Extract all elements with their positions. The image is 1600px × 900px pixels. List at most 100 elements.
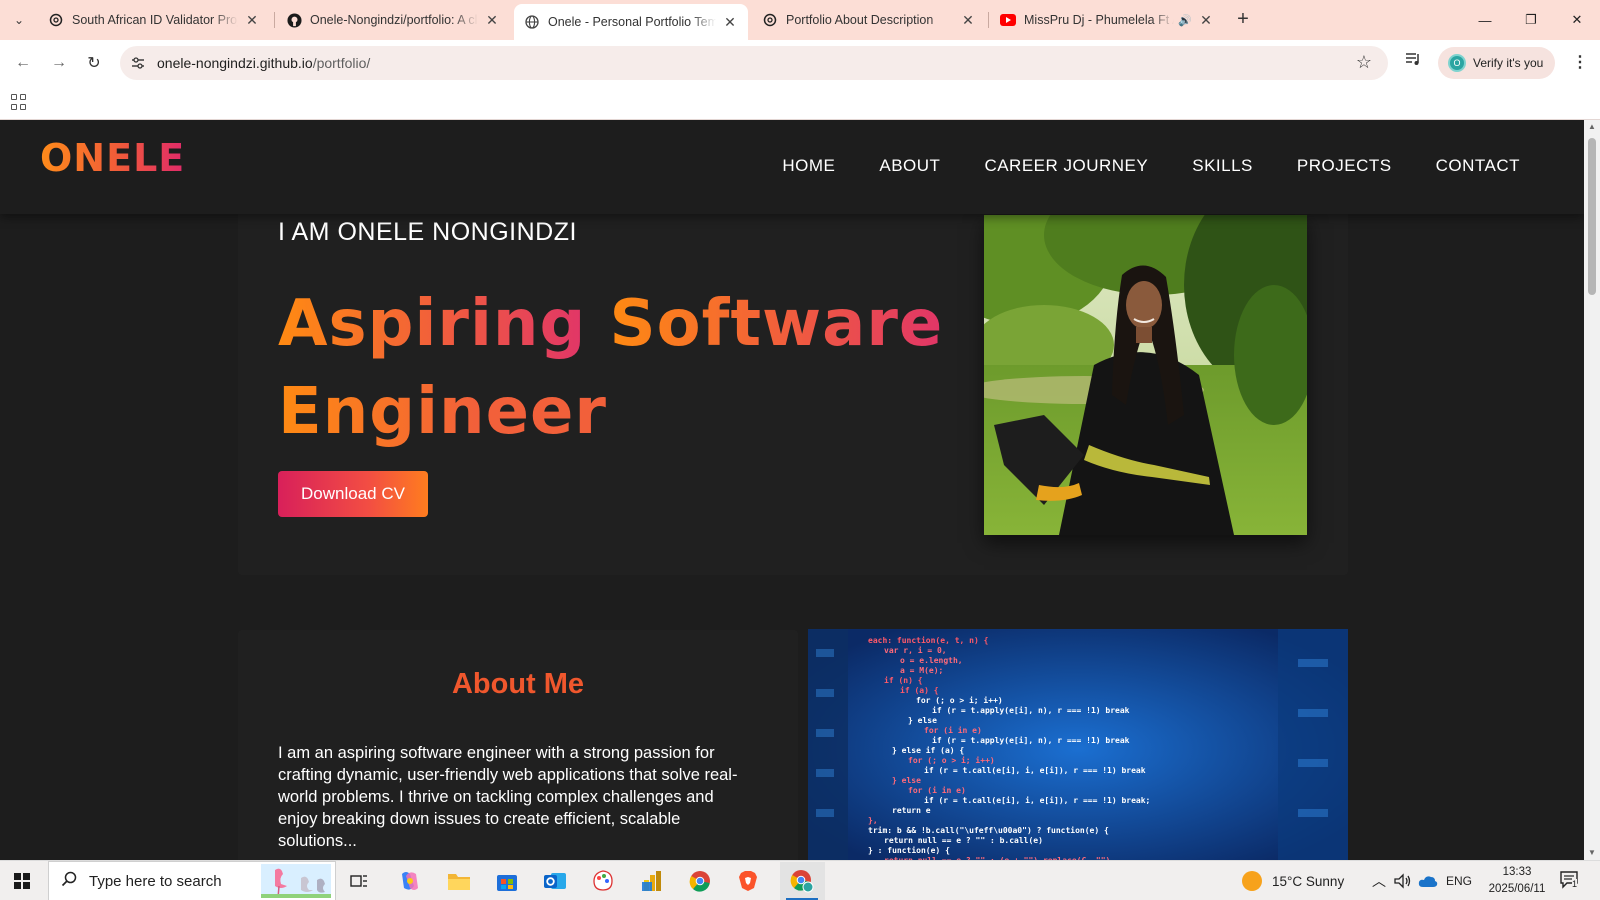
about-description: I am an aspiring software engineer with … <box>278 744 738 850</box>
svg-text:if (r = t.apply(e[i], n), r ==: if (r = t.apply(e[i], n), r === !1) brea… <box>932 705 1130 715</box>
tab-close-icon[interactable]: ✕ <box>960 12 976 29</box>
flamingo-search-highlight-icon <box>261 864 331 900</box>
page-viewport: ONELE HOME ABOUT CAREER JOURNEY SKILLS P… <box>0 120 1584 860</box>
windows-start-icon[interactable] <box>14 873 30 889</box>
nav-link-skills[interactable]: SKILLS <box>1192 156 1253 176</box>
hero-title-word: Software <box>609 287 944 361</box>
show-hidden-icons-chevron-icon[interactable]: ︿ <box>1372 861 1386 900</box>
clock-time: 13:33 <box>1502 866 1532 878</box>
nav-link-about[interactable]: ABOUT <box>879 156 940 176</box>
svg-text:} : function(e) {: } : function(e) { <box>868 845 950 855</box>
power-bi-icon[interactable] <box>638 867 666 895</box>
file-explorer-icon[interactable] <box>445 867 473 895</box>
address-bar[interactable]: onele-nongindzi.github.io/portfolio/ ☆ <box>120 46 1388 80</box>
copilot-icon[interactable] <box>396 867 424 895</box>
tab-youtube-music[interactable]: MissPru Dj - Phumelela Ft A 🔊 ✕ <box>990 0 1224 40</box>
hero-title-word: Engineer <box>278 375 607 449</box>
tab-id-validator[interactable]: South African ID Validator Proje ✕ <box>38 0 270 40</box>
media-control-icon[interactable] <box>1405 52 1421 70</box>
youtube-icon <box>1000 12 1016 28</box>
speaker-icon[interactable]: 🔊 <box>1178 14 1192 27</box>
svg-text:trim: b && !b.call("\ufeff\u00: trim: b && !b.call("\ufeff\u00a0") ? fun… <box>868 825 1109 835</box>
svg-text:if (r = t.call(e[i], i, e[i]),: if (r = t.call(e[i], i, e[i]), r === !1)… <box>924 795 1150 805</box>
scroll-down-arrow-icon[interactable]: ▼ <box>1584 846 1600 860</box>
profile-verify-button[interactable]: O Verify it's you <box>1438 47 1555 79</box>
svg-text:for (i in e): for (i in e) <box>908 785 966 795</box>
nav-link-projects[interactable]: PROJECTS <box>1297 156 1392 176</box>
tab-title: South African ID Validator Proje <box>72 13 238 27</box>
tab-close-icon[interactable]: ✕ <box>244 12 260 29</box>
hero-intro: I AM ONELE NONGINDZI <box>278 218 577 246</box>
new-tab-plus-icon[interactable]: + <box>1232 9 1254 31</box>
nav-link-contact[interactable]: CONTACT <box>1436 156 1520 176</box>
microsoft-store-icon[interactable] <box>493 867 521 895</box>
site-info-tune-icon[interactable] <box>128 53 148 73</box>
task-view-icon[interactable] <box>345 867 373 895</box>
site-logo[interactable]: ONELE <box>40 136 185 180</box>
clock-date: 2025/06/11 <box>1488 883 1546 895</box>
apps-grid-icon[interactable] <box>11 94 27 110</box>
scrollbar-thumb[interactable] <box>1588 138 1596 295</box>
tab-github-portfolio[interactable]: Onele-Nongindzi/portfolio: A cl ✕ <box>276 0 510 40</box>
notification-center-icon[interactable]: 1 <box>1560 871 1582 891</box>
window-close-icon[interactable]: ✕ <box>1554 0 1600 40</box>
tab-search-chevron-icon[interactable]: ⌄ <box>8 9 30 31</box>
taskbar-search-box[interactable]: Type here to search <box>48 861 336 900</box>
svg-text:if (n) {: if (n) { <box>884 675 923 685</box>
page-scrollbar[interactable]: ▲ ▼ <box>1584 120 1600 860</box>
tab-separator <box>274 12 275 28</box>
github-icon <box>286 12 302 28</box>
tab-close-icon[interactable]: ✕ <box>1198 12 1214 29</box>
search-placeholder: Type here to search <box>89 872 222 890</box>
back-arrow-icon[interactable]: ← <box>12 52 34 74</box>
brave-browser-icon[interactable] <box>734 867 762 895</box>
nav-link-career-journey[interactable]: CAREER JOURNEY <box>984 156 1148 176</box>
outlook-icon[interactable] <box>541 867 569 895</box>
bookmark-star-icon[interactable]: ☆ <box>1356 52 1372 73</box>
notification-badge: 1 <box>1572 879 1578 889</box>
svg-text:for (; o > i; i++): for (; o > i; i++) <box>916 695 1003 705</box>
tab-close-icon[interactable]: ✕ <box>722 14 738 31</box>
tab-portfolio-about[interactable]: Portfolio About Description ✕ <box>752 0 986 40</box>
svg-text:o = e.length,: o = e.length, <box>900 656 963 665</box>
browser-menu-icon[interactable]: ⋮ <box>1572 52 1588 72</box>
weather-widget[interactable]: 15°C Sunny <box>1242 861 1344 900</box>
browser-tab-bar: ⌄ South African ID Validator Proje ✕ One… <box>0 0 1600 40</box>
svg-text:for (; o > i; i++): for (; o > i; i++) <box>908 755 995 765</box>
svg-text:for (i in e): for (i in e) <box>924 725 982 735</box>
svg-text:if (a) {: if (a) { <box>900 685 939 695</box>
paint-icon[interactable] <box>589 867 617 895</box>
nav-link-home[interactable]: HOME <box>782 156 835 176</box>
reload-icon[interactable]: ↻ <box>83 52 105 74</box>
onedrive-cloud-icon[interactable] <box>1418 861 1438 900</box>
tab-close-icon[interactable]: ✕ <box>484 12 500 29</box>
download-cv-button[interactable]: Download CV <box>278 471 428 517</box>
svg-text:if (r = t.apply(e[i], n), r ==: if (r = t.apply(e[i], n), r === !1) brea… <box>932 735 1130 745</box>
svg-text:return e: return e <box>892 806 931 815</box>
svg-text:var r, i = 0,: var r, i = 0, <box>884 645 947 655</box>
site-nav: HOME ABOUT CAREER JOURNEY SKILLS PROJECT… <box>738 156 1520 176</box>
url-host: onele-nongindzi.github.io <box>157 55 313 71</box>
minimize-icon[interactable]: — <box>1462 0 1508 40</box>
volume-icon[interactable] <box>1394 861 1412 900</box>
browser-toolbar: ← → ↻ onele-nongindzi.github.io/portfoli… <box>0 40 1600 86</box>
scroll-up-arrow-icon[interactable]: ▲ <box>1584 120 1600 134</box>
forward-arrow-icon[interactable]: → <box>48 52 70 74</box>
url-text[interactable]: onele-nongindzi.github.io/portfolio/ <box>157 55 370 71</box>
chrome-profile-icon[interactable] <box>788 867 816 895</box>
language-indicator[interactable]: ENG <box>1446 861 1472 900</box>
url-path: /portfolio/ <box>312 55 371 71</box>
site-header: ONELE HOME ABOUT CAREER JOURNEY SKILLS P… <box>0 120 1584 214</box>
svg-text:a = M(e);: a = M(e); <box>900 666 943 675</box>
about-title: About Me <box>451 668 585 700</box>
windows-taskbar: Type here to search 15°C Sunny ︿ ENG 13:… <box>0 860 1600 900</box>
tab-portfolio-active[interactable]: Onele - Personal Portfolio Temp ✕ <box>514 4 748 40</box>
restore-icon[interactable]: ❐ <box>1508 0 1554 40</box>
taskbar-clock[interactable]: 13:33 2025/06/11 <box>1482 864 1552 898</box>
verify-label: Verify it's you <box>1473 56 1544 70</box>
svg-text:each: function(e, t, n) {: each: function(e, t, n) { <box>868 635 989 645</box>
search-icon <box>61 871 77 891</box>
chrome-icon[interactable] <box>686 867 714 895</box>
tab-title: Portfolio About Description <box>786 13 934 27</box>
profile-avatar: O <box>1448 54 1466 72</box>
